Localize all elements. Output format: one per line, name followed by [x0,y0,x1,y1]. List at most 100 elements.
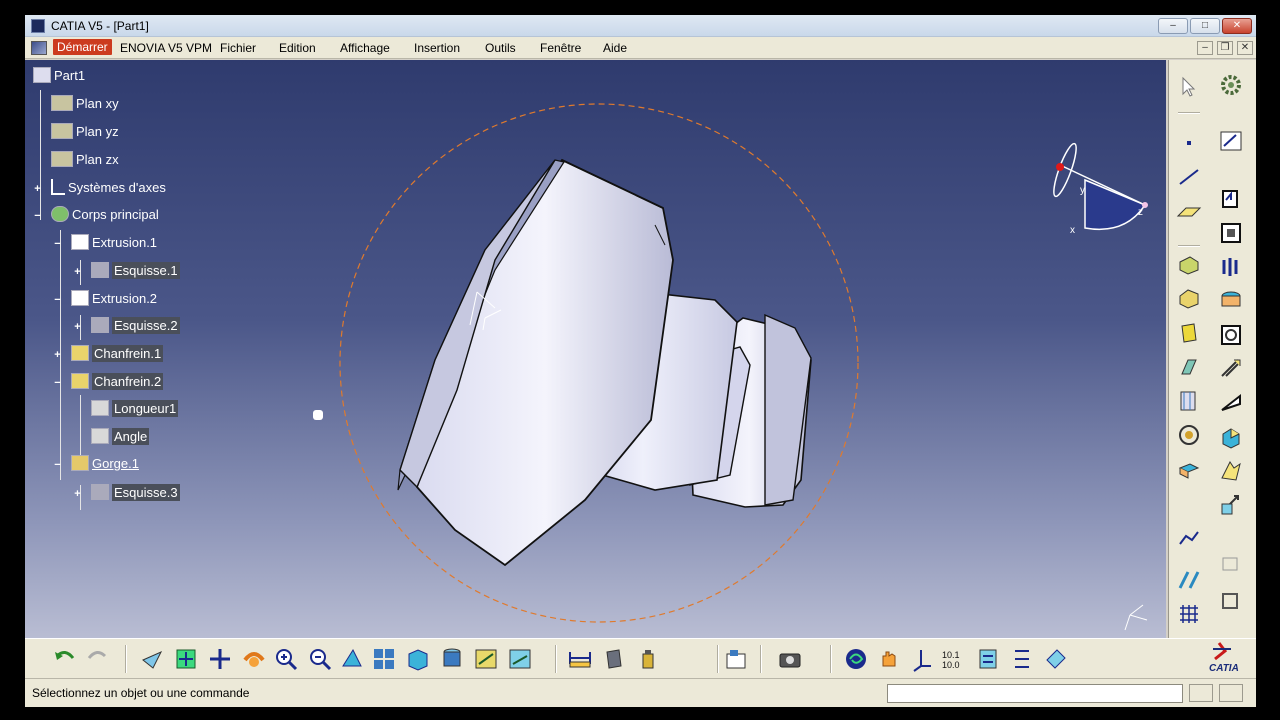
tree-node-chamfer-2[interactable]: Chanfrein.2 [71,372,164,392]
menu-outils[interactable]: Outils [485,41,516,55]
menu-fichier[interactable]: Fichier [220,41,256,55]
tree-node-angle[interactable]: Angle [91,427,150,447]
tree-node-plan-yz[interactable]: Plan yz [51,122,119,142]
expand-chamfer1-toggle[interactable]: + [53,350,62,361]
menu-aide[interactable]: Aide [603,41,627,55]
draft-tool-icon[interactable] [1176,320,1202,346]
tree-node-chamfer-1[interactable]: Chanfrein.1 [71,344,164,364]
hide-show-icon[interactable] [473,646,499,672]
undo-icon[interactable] [51,646,77,672]
coordinates-icon[interactable]: 10.1 10.0 [941,646,967,672]
constraint-tool-icon[interactable] [1218,550,1244,576]
expand-sketch3-toggle[interactable]: + [73,489,82,500]
tree-node-main-body[interactable]: Corps principal [51,205,159,225]
status-button-1[interactable] [1189,684,1213,702]
pad-tool-icon[interactable] [1218,186,1244,212]
gear-icon[interactable] [1218,72,1244,98]
part-model[interactable] [25,60,1166,638]
menu-fenetre[interactable]: Fenêtre [540,41,581,55]
collapse-extrusion1-toggle[interactable]: − [53,239,62,250]
scale-tool-icon[interactable] [1218,492,1244,518]
measure-item-icon[interactable] [601,646,627,672]
tree-node-sketch-2[interactable]: Esquisse.2 [91,316,180,336]
pattern-tool-icon[interactable] [1218,458,1244,484]
tree-node-axis-systems[interactable]: Systèmes d'axes [51,178,166,198]
mdi-restore-button[interactable]: ❐ [1217,41,1233,55]
pocket-tool-icon[interactable] [1218,220,1244,246]
boolean-tool-icon[interactable] [1218,424,1244,450]
thickness-tool-icon[interactable] [1176,354,1202,380]
split-tool-icon[interactable] [1218,390,1244,416]
menu-edition[interactable]: Edition [279,41,316,55]
tree-node-part1[interactable]: Part1 [33,66,85,86]
minimize-button[interactable]: – [1158,18,1188,34]
update-all-icon[interactable] [843,646,869,672]
menu-enovia[interactable]: ENOVIA V5 VPM [120,41,212,55]
expand-axis-systems-toggle[interactable]: + [33,184,42,195]
mdi-close-button[interactable]: ✕ [1237,41,1253,55]
chamfer-tool-icon[interactable] [1176,286,1202,312]
axis-icon[interactable] [909,646,935,672]
mdi-minimize-button[interactable]: – [1197,41,1213,55]
tree-node-plan-xy[interactable]: Plan xy [51,94,119,114]
catalog-browser-icon[interactable] [723,646,749,672]
thread-tool-icon[interactable] [1218,356,1244,382]
plane-tool-icon[interactable] [1176,198,1202,224]
point-icon[interactable] [1176,130,1202,156]
measure-inertia-icon[interactable] [635,646,661,672]
normal-view-icon[interactable] [339,646,365,672]
compass-widget[interactable]: y z x [1035,140,1155,240]
menu-demarrer[interactable]: Démarrer [53,39,112,55]
shell-tool-icon[interactable] [1218,322,1244,348]
tree-node-length1[interactable]: Longueur1 [91,399,179,419]
target-icon[interactable] [1176,422,1202,448]
fit-all-icon[interactable] [173,646,199,672]
tree-node-plan-zx[interactable]: Plan zx [51,150,119,170]
rotate-icon[interactable] [241,646,267,672]
measure-between-icon[interactable] [567,646,593,672]
redo-icon[interactable] [85,646,111,672]
close-button[interactable]: ✕ [1222,18,1252,34]
measure-tool-icon[interactable] [1176,526,1202,552]
mirror-tool-icon[interactable] [1176,456,1202,482]
collapse-extrusion2-toggle[interactable]: − [53,295,62,306]
transform-tool-icon[interactable] [1176,388,1202,414]
tree-node-groove-1[interactable]: Gorge.1 [71,454,139,474]
fly-mode-icon[interactable] [139,646,165,672]
pan-icon[interactable] [207,646,233,672]
document-icon[interactable] [31,41,47,55]
command-input[interactable] [887,684,1183,703]
rib-tool-icon[interactable] [1218,254,1244,280]
datum-tool-icon[interactable] [1218,588,1244,614]
collapse-groove1-toggle[interactable]: − [53,460,62,471]
capture-camera-icon[interactable] [777,646,803,672]
tree-node-sketch-3[interactable]: Esquisse.3 [91,483,180,503]
collapse-body-toggle[interactable]: − [33,211,42,222]
tree-node-extrusion-2[interactable]: Extrusion.2 [71,289,157,309]
select-arrow-icon[interactable] [1176,74,1202,100]
sketcher-icon[interactable] [1218,128,1244,154]
collapse-chamfer2-toggle[interactable]: − [53,378,62,389]
expand-sketch1-toggle[interactable]: + [73,267,82,278]
swap-visible-space-icon[interactable] [507,646,533,672]
zoom-in-icon[interactable] [273,646,299,672]
grid-tool-icon[interactable] [1176,602,1202,628]
manipulate-hand-icon[interactable] [877,646,903,672]
multi-view-icon[interactable] [371,646,397,672]
3d-viewport[interactable]: y z x Part1 Plan xy Plan yz Plan zx + Sy… [25,60,1166,638]
expand-sketch2-toggle[interactable]: + [73,322,82,333]
law-icon[interactable] [1009,646,1035,672]
menu-affichage[interactable]: Affichage [340,41,390,55]
shading-icon[interactable] [439,646,465,672]
menu-insertion[interactable]: Insertion [414,41,460,55]
analysis-tool-icon[interactable] [1176,568,1202,594]
shaft-tool-icon[interactable] [1176,252,1202,278]
line-icon[interactable] [1176,164,1202,190]
tree-node-extrusion-1[interactable]: Extrusion.1 [71,233,157,253]
iso-view-icon[interactable] [405,646,431,672]
tree-node-sketch-1[interactable]: Esquisse.1 [91,261,180,281]
hole-tool-icon[interactable] [1218,288,1244,314]
formula-icon[interactable] [975,646,1001,672]
knowledge-report-icon[interactable] [1043,646,1069,672]
zoom-out-icon[interactable] [307,646,333,672]
